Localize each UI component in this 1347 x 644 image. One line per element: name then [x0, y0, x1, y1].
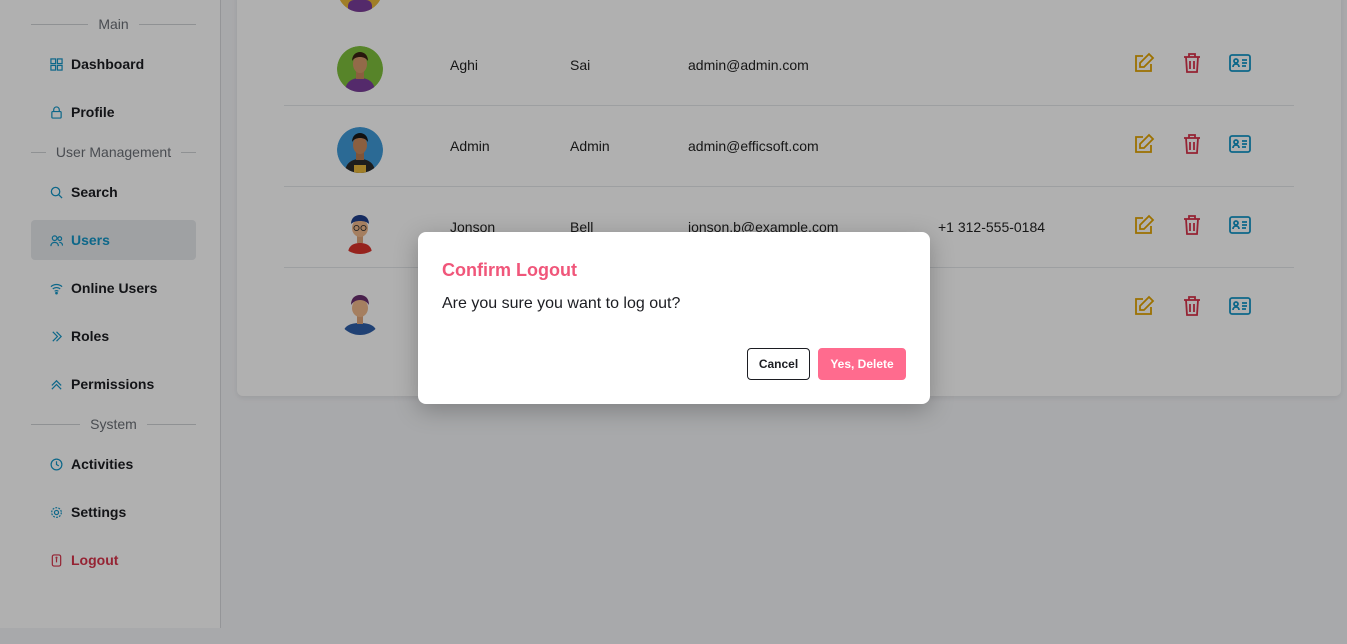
cancel-button[interactable]: Cancel [747, 348, 810, 380]
confirm-logout-dialog: Confirm Logout Are you sure you want to … [418, 232, 930, 404]
confirm-button[interactable]: Yes, Delete [818, 348, 906, 380]
dialog-message: Are you sure you want to log out? [442, 295, 681, 312]
dialog-title: Confirm Logout [442, 260, 577, 280]
